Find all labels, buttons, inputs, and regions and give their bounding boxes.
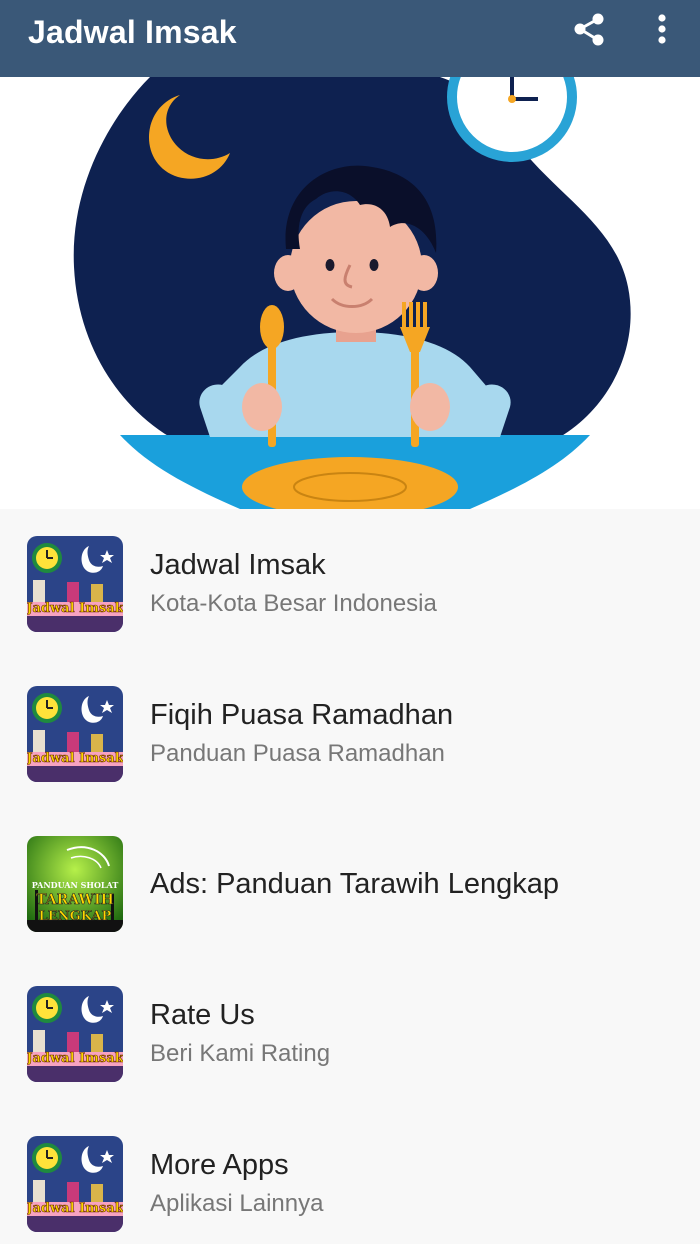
- app-title: Jadwal Imsak: [28, 14, 237, 50]
- menu-item-subtitle: Panduan Puasa Ramadhan: [150, 740, 445, 767]
- share-button[interactable]: [570, 10, 612, 52]
- jadwal-imsak-app-icon: Jadwal Imsak: [27, 1136, 123, 1232]
- app-bar: Jadwal Imsak: [0, 0, 700, 77]
- menu-item-title: Jadwal Imsak: [150, 549, 326, 581]
- menu-item-title: Ads: Panduan Tarawih Lengkap: [150, 868, 559, 900]
- jadwal-imsak-app-icon: Jadwal Imsak: [27, 536, 123, 632]
- menu-item-rate-us[interactable]: Jadwal Imsak Rate Us Beri Kami Rating: [0, 959, 700, 1109]
- svg-text:PANDUAN SHOLAT: PANDUAN SHOLAT: [32, 880, 119, 890]
- menu-item-title: Rate Us: [150, 999, 255, 1031]
- menu-item-subtitle: Kota-Kota Besar Indonesia: [150, 590, 437, 617]
- svg-text:Jadwal Imsak: Jadwal Imsak: [27, 601, 123, 616]
- menu-item-subtitle: Beri Kami Rating: [150, 1040, 331, 1067]
- menu-item-title: More Apps: [150, 1149, 289, 1181]
- child-eating-sahur-illustration: [73, 77, 631, 509]
- svg-text:Jadwal Imsak: Jadwal Imsak: [27, 751, 123, 766]
- menu-item-subtitle: Aplikasi Lainnya: [150, 1190, 324, 1217]
- jadwal-imsak-app-icon: Jadwal Imsak: [27, 986, 123, 1082]
- svg-text:Jadwal Imsak: Jadwal Imsak: [27, 1051, 123, 1066]
- tarawih-app-icon: PANDUAN SHOLAT TARAWIH LENGKAP: [27, 836, 123, 932]
- svg-text:Jadwal Imsak: Jadwal Imsak: [27, 1201, 123, 1216]
- overflow-menu-button[interactable]: [646, 10, 678, 52]
- svg-text:TARAWIH: TARAWIH: [36, 892, 114, 908]
- menu-item-jadwal-imsak[interactable]: Jadwal Imsak Jadwal Imsak Kota-Kota Besa…: [0, 509, 700, 659]
- menu-item-ads-tarawih[interactable]: PANDUAN SHOLAT TARAWIH LENGKAP Ads: Pand…: [0, 809, 700, 959]
- more-vert-icon: [658, 14, 666, 44]
- menu-item-fiqih-puasa[interactable]: Jadwal Imsak Fiqih Puasa Ramadhan Pandua…: [0, 659, 700, 809]
- share-icon: [574, 13, 604, 46]
- menu-list: Jadwal Imsak Jadwal Imsak Kota-Kota Besa…: [0, 509, 700, 1244]
- menu-item-more-apps[interactable]: Jadwal Imsak More Apps Aplikasi Lainnya: [0, 1109, 700, 1244]
- hero-banner: [0, 77, 700, 509]
- jadwal-imsak-app-icon: Jadwal Imsak: [27, 686, 123, 782]
- menu-item-title: Fiqih Puasa Ramadhan: [150, 699, 454, 731]
- svg-text:LENGKAP: LENGKAP: [39, 909, 112, 924]
